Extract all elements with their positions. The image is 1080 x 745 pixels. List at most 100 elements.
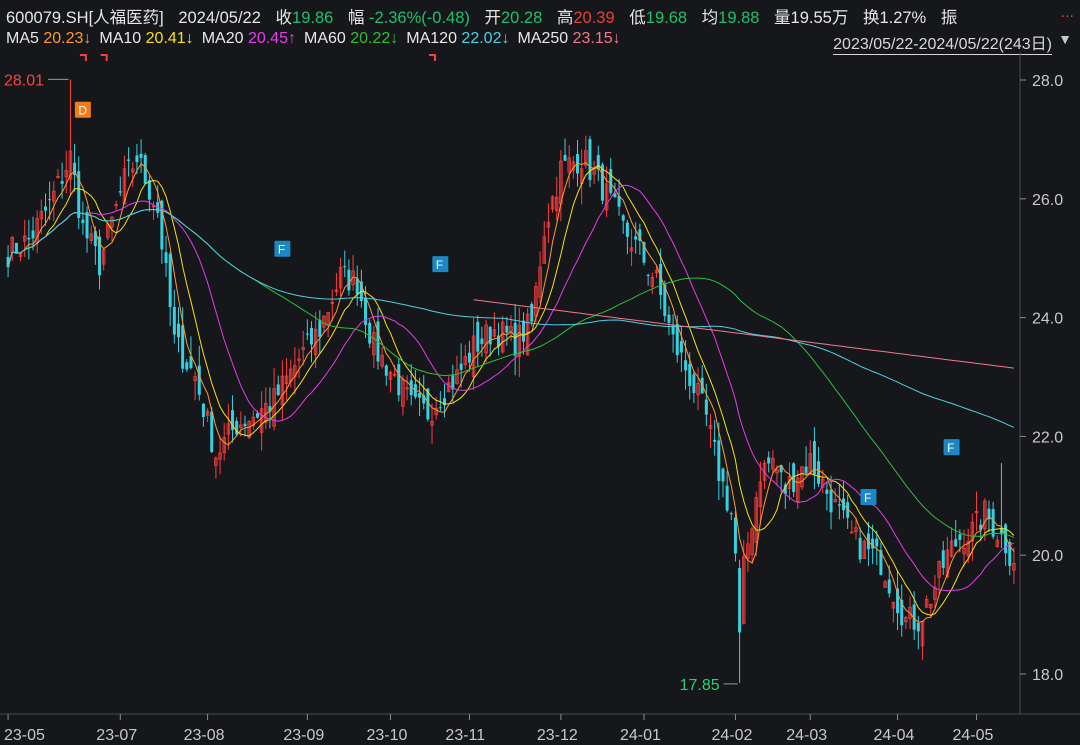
- x-tick-label: 24-02: [711, 727, 752, 744]
- ma-legend-ma250: MA250 23.15↓: [517, 30, 620, 47]
- candle-body: [625, 222, 629, 237]
- volume-label: 量: [774, 9, 791, 27]
- candle-body: [563, 154, 567, 161]
- candle-body: [954, 539, 958, 547]
- event-badge-text: F: [436, 258, 443, 272]
- candle-body: [139, 153, 143, 158]
- turnover-value: 1.27%: [879, 9, 927, 27]
- event-marker[interactable]: [100, 54, 108, 61]
- ma-legend-ma60: MA60 20.22↓: [304, 30, 398, 47]
- low-value: 19.68: [645, 9, 688, 27]
- candle-body: [309, 327, 313, 345]
- candle-body: [588, 139, 592, 181]
- x-tick-label: 23-12: [537, 727, 578, 744]
- candle-body: [692, 374, 696, 393]
- candle-body: [505, 325, 509, 333]
- candle-body: [725, 485, 729, 511]
- candle-body: [916, 622, 920, 632]
- candlestick-chart[interactable]: 28.0 26.0 24.0 22.0 20.0 18.0 23-05 23-07 23-08 2…: [0, 52, 1080, 745]
- low-field: 低19.68: [629, 9, 687, 27]
- open-label: 开: [484, 9, 501, 27]
- x-tick-label: 24-04: [874, 727, 915, 744]
- more-button[interactable]: ...: [1061, 4, 1074, 22]
- y-tick-label: 20.0: [1032, 548, 1063, 565]
- candle-body: [243, 423, 247, 427]
- ma-legend-ma120: MA120 22.02↓: [406, 30, 509, 47]
- candle-body: [172, 306, 176, 335]
- min-price-label: 17.85: [680, 677, 720, 694]
- candle-body: [135, 155, 139, 163]
- candle-body: [81, 219, 85, 224]
- ma-label: MA120: [406, 30, 462, 47]
- x-tick-label: 24-01: [620, 727, 661, 744]
- candle-body: [343, 266, 347, 268]
- candle-body: [688, 364, 692, 386]
- ma-label: MA60: [303, 30, 351, 47]
- candle-body: [201, 403, 205, 418]
- candle-body: [887, 579, 891, 594]
- candle-body: [305, 333, 309, 335]
- event-badge-text: F: [947, 441, 954, 455]
- candle-body: [397, 364, 401, 396]
- candle-body: [941, 550, 945, 568]
- avg-label: 均: [701, 9, 719, 27]
- candle-body: [596, 155, 600, 170]
- candle-body: [513, 322, 517, 356]
- candle-body: [667, 314, 671, 323]
- candle-body: [43, 206, 47, 211]
- ma-legend-ma5: MA5 20.23↓: [6, 30, 91, 47]
- event-marker[interactable]: [429, 54, 437, 61]
- high-label: 高: [556, 9, 574, 27]
- quote-line: 600079.SH[人福医药] 2024/05/22 收19.86 幅 -2.3…: [6, 4, 967, 27]
- candle-body: [733, 517, 737, 554]
- high-field: 高20.39: [557, 9, 615, 27]
- candle-body: [197, 365, 201, 395]
- candle-body: [488, 326, 492, 345]
- candle-body: [713, 439, 717, 442]
- ma-legend-ma20: MA20 20.45↑: [202, 30, 296, 47]
- candle-body: [634, 236, 638, 240]
- avg-value: 19.88: [718, 9, 760, 27]
- event-marker[interactable]: [79, 54, 87, 61]
- collapse-icon[interactable]: ▼: [1058, 31, 1072, 47]
- x-tick-label: 24-05: [953, 727, 994, 744]
- candle-body: [147, 180, 151, 200]
- ma-label: MA20: [201, 30, 248, 47]
- stock-code[interactable]: 600079.SH[人福医药]: [6, 9, 164, 27]
- candle-body: [127, 159, 131, 161]
- x-tick-label: 23-10: [366, 727, 407, 744]
- candle-body: [717, 440, 721, 481]
- candle-body: [276, 384, 280, 396]
- x-tick-label: 23-09: [283, 727, 324, 744]
- x-tick-label: 23-07: [96, 727, 137, 744]
- candle-body: [958, 534, 962, 540]
- candle-body: [871, 538, 875, 549]
- candle-body: [646, 274, 650, 276]
- candle-body: [85, 211, 89, 239]
- candle-body: [368, 322, 372, 344]
- candle-body: [621, 215, 625, 221]
- candle-body: [438, 407, 442, 409]
- candle-body: [609, 169, 613, 193]
- candle-body: [355, 278, 359, 295]
- candle-body: [384, 365, 388, 376]
- low-label: 低: [629, 9, 646, 27]
- candle-body: [721, 468, 725, 482]
- candle-body: [804, 466, 808, 473]
- candle-body: [729, 513, 733, 515]
- candle-body: [684, 360, 688, 371]
- candle-body: [27, 237, 31, 240]
- change-value: -2.36%(-0.48): [369, 9, 470, 27]
- amplitude-label: 振: [940, 9, 958, 27]
- candle-body: [850, 531, 854, 534]
- ma-label: MA250: [517, 30, 573, 47]
- y-tick-label: 28.0: [1032, 73, 1063, 90]
- ma250-line: [473, 299, 1014, 369]
- open-value: 20.28: [500, 9, 543, 27]
- candle-body: [858, 537, 862, 560]
- open-field: 开20.28: [484, 9, 542, 27]
- ma20-line: [7, 184, 1015, 592]
- candle-body: [118, 191, 122, 193]
- candle-body: [679, 341, 683, 353]
- ma-legend: MA5 20.23↓ MA10 20.41↓ MA20 20.45↑ MA60 20.…: [6, 30, 629, 50]
